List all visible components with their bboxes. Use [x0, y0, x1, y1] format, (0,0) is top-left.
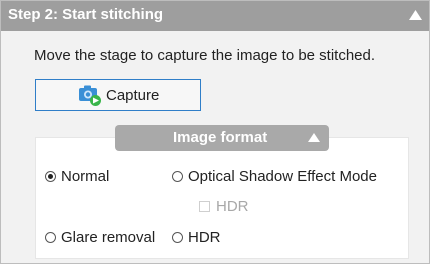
radio-optical-shadow-indicator[interactable]: [172, 171, 183, 182]
capture-button-label: Capture: [106, 87, 160, 104]
capture-button[interactable]: Capture: [35, 79, 201, 111]
hdr-sub-checkbox[interactable]: HDR: [199, 198, 249, 215]
camera-icon: [79, 85, 101, 106]
hdr-sub-checkbox-label: HDR: [216, 198, 249, 215]
hdr-sub-checkbox-box[interactable]: [199, 201, 210, 212]
radio-normal[interactable]: Normal: [45, 168, 109, 185]
stitching-step-panel: Step 2: Start stitching Move the stage t…: [0, 0, 430, 264]
radio-glare-removal-indicator[interactable]: [45, 232, 56, 243]
image-format-header[interactable]: Image format: [115, 125, 329, 151]
radio-optical-shadow[interactable]: Optical Shadow Effect Mode: [172, 168, 377, 185]
radio-hdr-label: HDR: [188, 229, 221, 246]
radio-normal-indicator[interactable]: [45, 171, 56, 182]
radio-glare-removal-label: Glare removal: [61, 229, 156, 246]
section-title: Step 2: Start stitching: [8, 6, 164, 23]
radio-normal-label: Normal: [61, 168, 110, 185]
section-header[interactable]: Step 2: Start stitching: [1, 1, 429, 31]
instruction-text: Move the stage to capture the image to b…: [34, 47, 376, 64]
chevron-up-icon[interactable]: [307, 132, 321, 143]
radio-hdr-indicator[interactable]: [172, 232, 183, 243]
image-format-title: Image format: [173, 129, 268, 146]
chevron-up-icon[interactable]: [408, 9, 423, 21]
radio-hdr[interactable]: HDR: [172, 229, 221, 246]
radio-optical-shadow-label: Optical Shadow Effect Mode: [188, 168, 377, 185]
radio-glare-removal[interactable]: Glare removal: [45, 229, 155, 246]
